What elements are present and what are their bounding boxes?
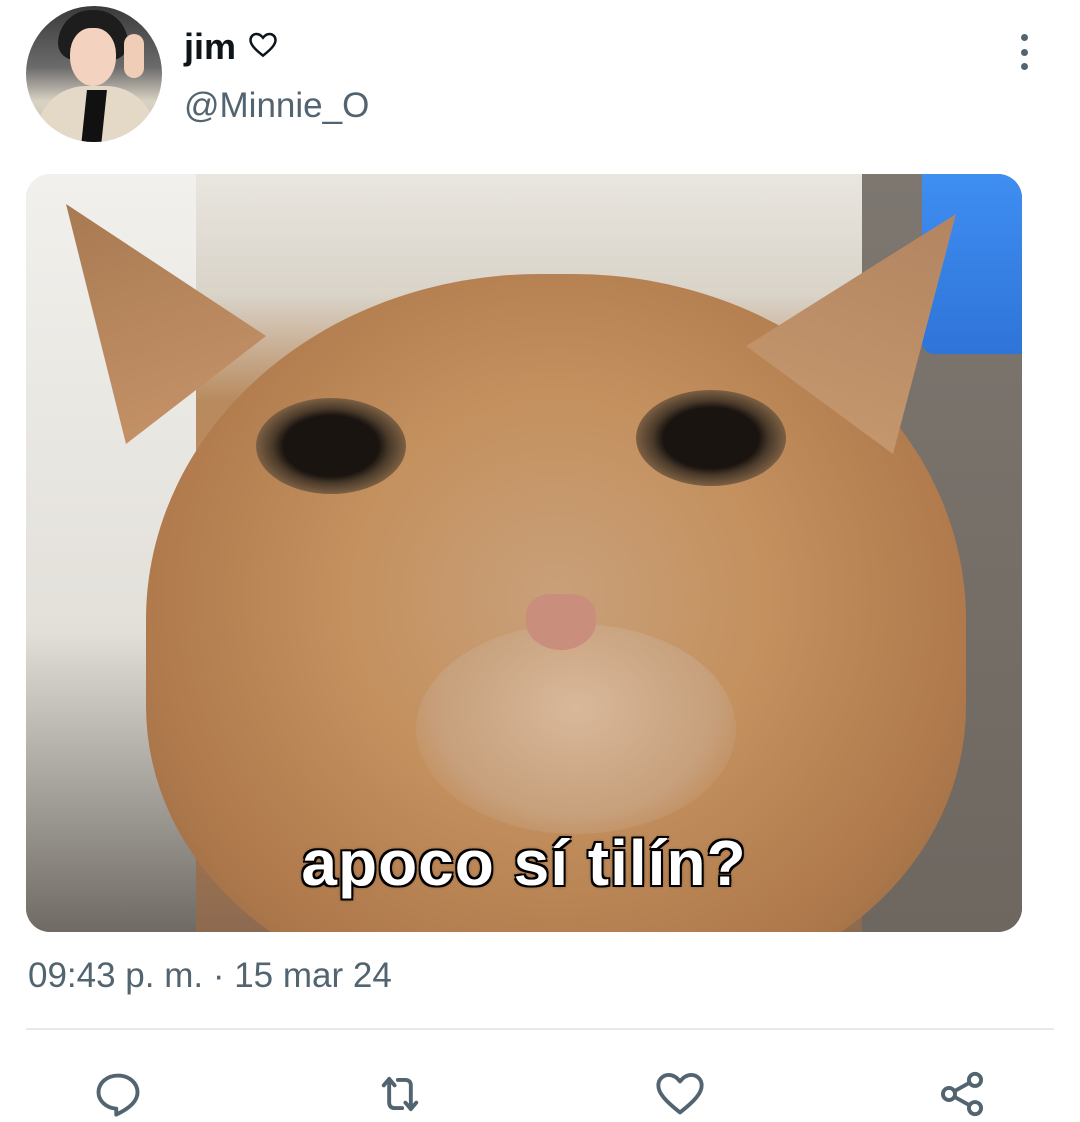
cat-eye-right [636,390,786,486]
more-options-button[interactable] [1004,30,1044,74]
meme-caption: apoco sí tilín? [301,827,747,899]
tweet-media-image[interactable]: apoco sí tilín? [26,174,1022,932]
heart-outline-icon [249,32,277,58]
author-handle[interactable]: @Minnie_O [184,86,369,126]
retweet-icon [381,1076,419,1112]
reply-button[interactable] [90,1066,146,1122]
more-dot-icon [1020,34,1028,41]
tweet-timestamp[interactable]: 09:43 p. m. · 15 mar 24 [28,956,392,996]
cat-muzzle [416,624,736,834]
share-icon [940,1071,984,1117]
avatar-hand [124,34,144,78]
like-button[interactable] [652,1066,708,1122]
more-dot-icon [1020,48,1028,56]
like-icon [656,1072,704,1115]
more-dot-icon [1020,63,1028,70]
retweet-button[interactable] [372,1066,428,1122]
cat-nose [526,594,596,650]
share-button[interactable] [934,1066,990,1122]
author-avatar[interactable] [26,6,162,142]
action-divider [26,1028,1054,1030]
reply-icon [96,1073,140,1117]
author-display-name[interactable]: jim [184,26,236,68]
avatar-face [70,28,116,86]
cat-eye-left [256,398,406,494]
